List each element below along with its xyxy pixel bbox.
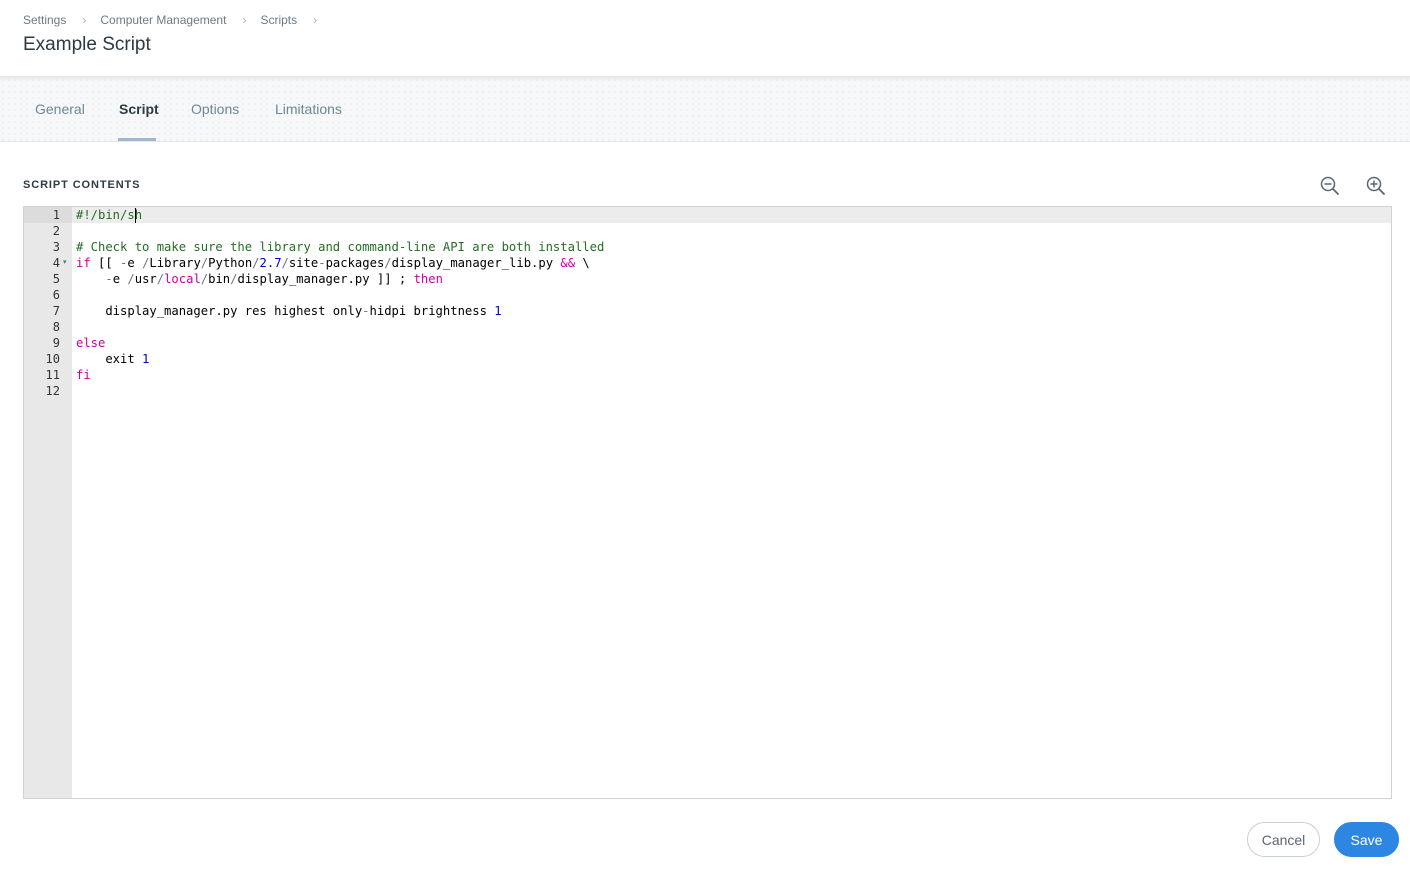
code-token: - xyxy=(362,304,370,318)
chevron-right-icon: › xyxy=(242,13,247,27)
code-token: local xyxy=(164,272,201,286)
code-token: packages xyxy=(325,256,385,270)
code-token: / xyxy=(281,256,289,270)
line-number: 12 xyxy=(45,384,60,398)
chevron-right-icon: › xyxy=(82,13,87,27)
line-number: 7 xyxy=(52,304,60,318)
zoom-in-icon[interactable] xyxy=(1365,175,1387,197)
code-token: - xyxy=(105,272,113,286)
code-token: Library xyxy=(149,256,201,270)
code-token: bin xyxy=(208,272,231,286)
code-line[interactable]: fi xyxy=(72,367,1391,383)
code-token: 1 xyxy=(494,304,502,318)
code-line[interactable]: else xyxy=(72,335,1391,351)
code-line[interactable]: if [[ -e /Library/Python/2.7/site-packag… xyxy=(72,255,1391,271)
breadcrumb: Settings › Computer Management › Scripts… xyxy=(23,13,331,27)
code-line[interactable] xyxy=(72,287,1391,303)
line-number: 10 xyxy=(45,352,60,366)
code-line[interactable]: # Check to make sure the library and com… xyxy=(72,239,1391,255)
code-token: h xyxy=(134,208,143,222)
code-line[interactable] xyxy=(72,383,1391,399)
code-token: e xyxy=(112,272,128,286)
code-token: fi xyxy=(76,368,91,382)
code-line[interactable]: #!/bin/sh xyxy=(72,207,1391,223)
code-token: - xyxy=(318,256,326,270)
code-line[interactable] xyxy=(72,223,1391,239)
code-line[interactable]: -e /usr/local/bin/display_manager.py ]] … xyxy=(72,271,1391,287)
tab-general[interactable]: General xyxy=(35,101,85,117)
code-token: / xyxy=(252,256,260,270)
code-token: display_manager.py ]] ; xyxy=(237,272,414,286)
tab-bar: General Script Options Limitations xyxy=(0,76,1410,142)
line-number: 9 xyxy=(52,336,60,350)
code-token: #!/bin/s xyxy=(76,208,135,222)
code-token: display_manager_lib.py xyxy=(391,256,561,270)
line-number: 11 xyxy=(45,368,60,382)
code-token: # Check to make sure the library and com… xyxy=(76,240,605,254)
fold-toggle-icon[interactable]: ▾ xyxy=(63,255,69,271)
line-number-gutter: 1 2 3 4 ▾ 5 6 7 8 9 10 11 12 xyxy=(24,207,72,798)
code-token: if xyxy=(76,256,91,270)
line-number: 4 xyxy=(52,256,60,270)
breadcrumb-scripts[interactable]: Scripts xyxy=(260,13,297,27)
cancel-button[interactable]: Cancel xyxy=(1247,822,1320,857)
code-token: then xyxy=(413,272,443,286)
code-token: 1 xyxy=(142,352,150,366)
script-editor[interactable]: 1 2 3 4 ▾ 5 6 7 8 9 10 11 12 #!/bin/sh # Check to mak… xyxy=(23,206,1392,799)
code-token: display_manager.py res highest only xyxy=(76,304,363,318)
code-token: else xyxy=(76,336,106,350)
code-token: usr xyxy=(134,272,157,286)
line-number: 5 xyxy=(52,272,60,286)
line-number: 1 xyxy=(24,207,72,223)
code-area[interactable]: #!/bin/sh # Check to make sure the librar… xyxy=(72,207,1391,798)
code-token: 2.7 xyxy=(259,256,282,270)
section-label-script-contents: SCRIPT CONTENTS xyxy=(23,179,141,191)
code-line[interactable] xyxy=(72,319,1391,335)
active-tab-indicator xyxy=(118,138,156,141)
code-token: && xyxy=(560,256,576,270)
breadcrumb-computer-management[interactable]: Computer Management xyxy=(100,13,226,27)
page-header: Settings › Computer Management › Scripts… xyxy=(0,0,1410,76)
code-token: e xyxy=(127,256,143,270)
line-number: 6 xyxy=(52,288,60,302)
tab-options[interactable]: Options xyxy=(191,101,239,117)
code-line[interactable]: display_manager.py res highest only-hidp… xyxy=(72,303,1391,319)
tab-script[interactable]: Script xyxy=(119,101,159,117)
code-token: Python xyxy=(208,256,253,270)
save-button[interactable]: Save xyxy=(1334,822,1399,857)
chevron-right-icon: › xyxy=(313,13,318,27)
code-token: / xyxy=(156,272,165,286)
code-token: / xyxy=(384,256,392,270)
page-title: Example Script xyxy=(23,34,151,55)
code-token: hidpi brightness xyxy=(369,304,495,318)
breadcrumb-settings[interactable]: Settings xyxy=(23,13,66,27)
zoom-out-icon[interactable] xyxy=(1319,175,1341,197)
tab-limitations[interactable]: Limitations xyxy=(275,101,342,117)
code-token: / xyxy=(127,272,135,286)
line-number: 3 xyxy=(52,240,60,254)
code-token: site xyxy=(288,256,319,270)
code-token: [[ xyxy=(90,256,121,270)
line-number: 8 xyxy=(52,320,60,334)
code-token: \ xyxy=(575,256,590,270)
code-token: exit xyxy=(76,352,143,366)
line-number: 2 xyxy=(52,224,60,238)
code-line[interactable]: exit 1 xyxy=(72,351,1391,367)
